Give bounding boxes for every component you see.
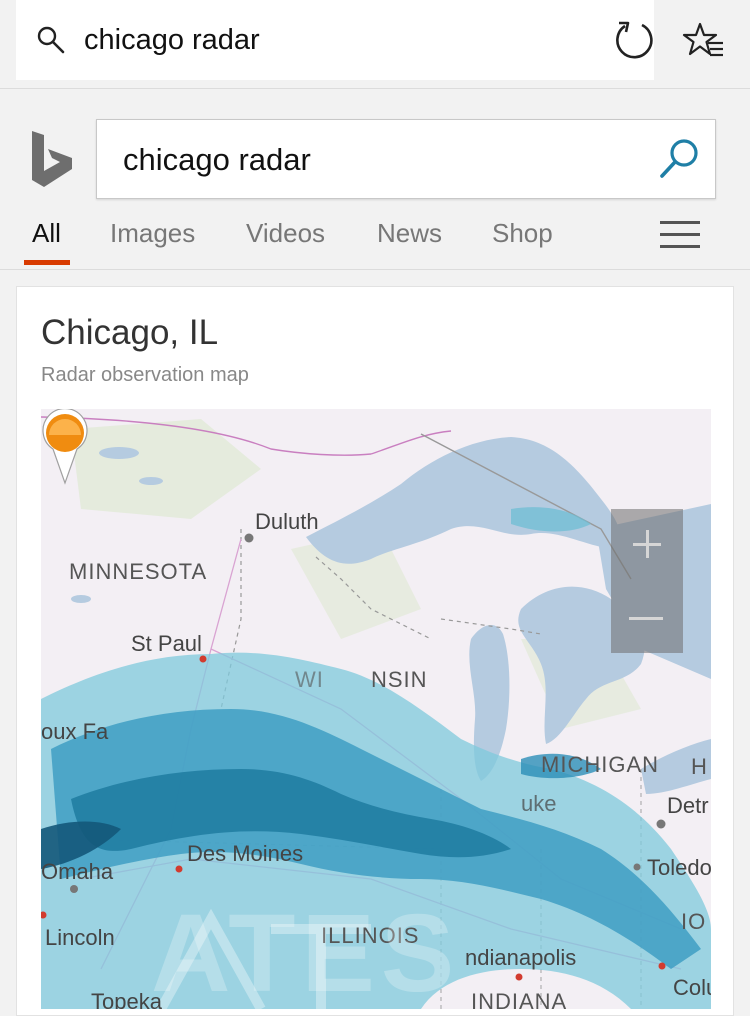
map-label-h: H	[691, 754, 708, 779]
map-label-des-moines: Des Moines	[187, 841, 304, 866]
search-tabs: All Images Videos News Shop	[0, 215, 750, 269]
map-label-indianapolis: ndianapolis	[465, 945, 577, 970]
map-watermark: ATES	[151, 892, 461, 1009]
map-label-duluth: Duluth	[255, 509, 319, 534]
card-subtitle: Radar observation map	[41, 364, 249, 386]
active-tab-indicator	[24, 260, 70, 265]
bing-header: chicago radar All Images Videos News Sho…	[0, 89, 750, 270]
search-icon	[37, 26, 65, 54]
map-label-milwaukee-partial: uke	[521, 791, 557, 816]
map-label-lincoln: Lincoln	[45, 925, 115, 950]
favorites-icon[interactable]	[680, 18, 726, 64]
weather-radar-card: Chicago, IL Radar observation map Duluth…	[16, 286, 734, 1016]
radar-map[interactable]: Duluth MINNESOTA St Paul WI NSIN oux Fa …	[41, 409, 711, 1009]
address-text[interactable]: chicago radar	[84, 20, 260, 60]
hamburger-icon[interactable]	[660, 221, 700, 251]
address-bar[interactable]: chicago radar	[16, 0, 654, 80]
bing-logo-icon[interactable]	[30, 131, 74, 189]
search-input[interactable]: chicago radar	[123, 140, 311, 180]
search-icon[interactable]	[657, 136, 703, 182]
map-label-sioux-falls: oux Fa	[41, 719, 109, 744]
tab-all[interactable]: All	[32, 215, 61, 251]
map-label-wisconsin: NSIN	[371, 667, 428, 692]
zoom-in-button[interactable]	[611, 509, 683, 581]
tab-shop[interactable]: Shop	[492, 215, 553, 251]
map-label-detroit: Detr	[667, 793, 709, 818]
map-label-minnesota: MINNESOTA	[69, 559, 208, 584]
map-label-st-paul: St Paul	[131, 631, 202, 656]
search-box[interactable]: chicago radar	[96, 119, 716, 199]
map-label-omaha: Omaha	[41, 859, 114, 884]
map-label-ohio: IO	[681, 909, 707, 934]
tab-videos[interactable]: Videos	[246, 215, 325, 251]
map-label-columbus: Colu	[673, 975, 711, 1000]
map-label-indiana: INDIANA	[471, 989, 568, 1009]
zoom-out-button[interactable]	[611, 581, 683, 653]
location-pin-icon[interactable]	[41, 409, 89, 485]
tab-images[interactable]: Images	[110, 215, 195, 251]
map-zoom-controls	[611, 509, 683, 653]
card-title[interactable]: Chicago, IL	[41, 313, 218, 353]
map-label-toledo: Toledo	[647, 855, 711, 880]
map-label-wisconsin-partial: WI	[295, 667, 324, 692]
refresh-icon[interactable]	[612, 18, 656, 62]
browser-toolbar: chicago radar	[0, 0, 750, 89]
tab-news[interactable]: News	[377, 215, 442, 251]
map-label-michigan: MICHIGAN	[541, 752, 659, 777]
